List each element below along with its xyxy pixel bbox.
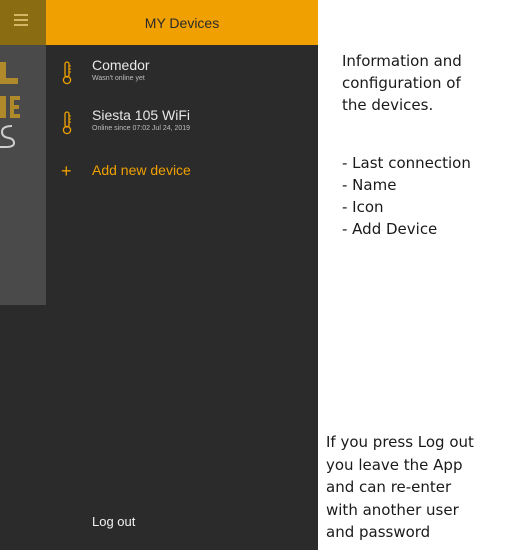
drawer-title: MY Devices [144, 14, 220, 31]
annotation-logout: If you press Log out you leave the App a… [326, 431, 508, 544]
annotation-list-item: - Add Device [342, 220, 438, 238]
thermometer-icon [62, 111, 72, 135]
device-item-siesta[interactable]: Siesta 105 WiFi Online since 07:02 Jul 2… [46, 107, 318, 147]
annotation-line: with another user [326, 500, 459, 519]
annotation-line: configuration of [342, 74, 461, 92]
background-app [0, 0, 46, 305]
device-status: Online since 07:02 Jul 24, 2019 [92, 125, 191, 132]
annotation-feature-list: - Last connection - Name - Icon - Add De… [342, 152, 502, 240]
devices-drawer: MY Devices Comedor Wasn't online yet Sie… [46, 0, 318, 550]
device-name: Comedor [92, 57, 150, 73]
annotation-intro: Information and configuration of the dev… [342, 50, 502, 116]
add-device-label: Add new device [92, 162, 191, 178]
device-item-comedor[interactable]: Comedor Wasn't online yet [46, 57, 318, 97]
drawer-header: MY Devices [46, 0, 318, 45]
annotation-line: you leave the App [326, 455, 463, 474]
device-name: Siesta 105 WiFi [92, 107, 191, 123]
annotation-line: Information and [342, 52, 462, 70]
annotation-line: the devices. [342, 96, 434, 114]
add-device-button[interactable]: + Add new device [46, 160, 318, 184]
annotation-list-item: - Icon [342, 198, 384, 216]
annotation-line: and password [326, 523, 431, 541]
brand-logo-fragment [0, 62, 20, 148]
annotation-line: If you press Log out [326, 433, 474, 451]
annotation-list-item: - Last connection [342, 154, 471, 172]
background-app-header [0, 0, 46, 45]
annotation-line: and can re-enter [326, 478, 452, 496]
hamburger-icon[interactable] [14, 14, 28, 28]
plus-icon: + [61, 161, 72, 181]
phone-screen: MY Devices Comedor Wasn't online yet Sie… [0, 0, 318, 550]
thermometer-icon [62, 61, 72, 85]
device-status: Wasn't online yet [92, 75, 145, 82]
annotation-list-item: - Name [342, 176, 397, 194]
logout-button[interactable]: Log out [92, 514, 135, 529]
page: MY Devices Comedor Wasn't online yet Sie… [0, 0, 508, 550]
